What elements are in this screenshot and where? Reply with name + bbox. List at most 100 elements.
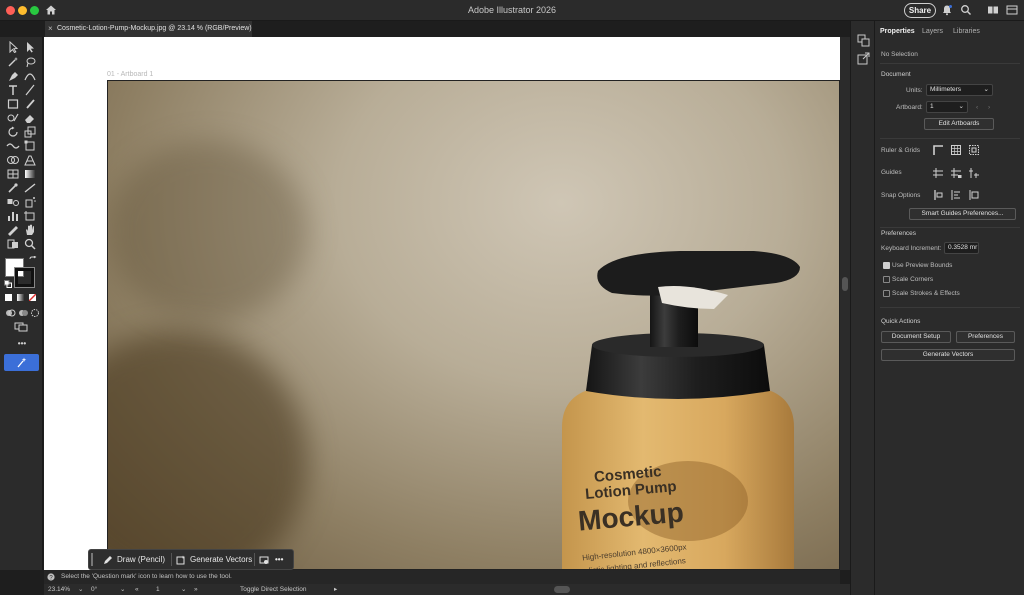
none-mode-button[interactable] <box>29 294 36 301</box>
use-preview-bounds-label: Use Preview Bounds <box>892 262 953 269</box>
pixel-grid-icon[interactable] <box>968 144 980 156</box>
prev-artboard-arrow-icon[interactable]: ‹ <box>976 104 978 111</box>
snap-to-pixel-icon[interactable] <box>968 189 980 201</box>
grid-icon[interactable] <box>950 144 962 156</box>
preferences-button[interactable]: Preferences <box>956 331 1015 343</box>
canvas[interactable]: 01 - Artboard 1 Cosmetic Lotion Pump Moc… <box>44 37 840 570</box>
zoom-dropdown-icon[interactable]: ⌄ <box>78 585 83 594</box>
tab-properties[interactable]: Properties <box>880 28 915 35</box>
close-tab-icon[interactable]: × <box>48 21 53 37</box>
default-fill-stroke-icon[interactable] <box>4 280 12 288</box>
swap-fill-stroke-icon[interactable] <box>29 256 37 264</box>
background-shadow-2 <box>108 141 308 321</box>
notifications-icon[interactable] <box>941 4 953 16</box>
perspective-grid-tool-icon[interactable] <box>23 154 37 166</box>
snap-options-label: Snap Options <box>881 192 921 199</box>
shape-builder-tool-icon[interactable] <box>6 154 20 166</box>
slice-tool-icon[interactable] <box>6 224 20 236</box>
drag-handle[interactable] <box>91 553 93 566</box>
gradient-mode-button[interactable] <box>17 294 24 301</box>
snap-to-glyph-icon[interactable] <box>950 189 962 201</box>
tab-libraries[interactable]: Libraries <box>953 28 980 35</box>
next-artboard-arrow-icon[interactable]: › <box>988 104 990 111</box>
export-panel-icon[interactable] <box>857 52 870 65</box>
vertical-scrollbar[interactable] <box>840 37 850 570</box>
magic-wand-tool-icon[interactable] <box>6 56 20 68</box>
scale-corners-checkbox[interactable] <box>883 276 890 283</box>
arrange-panels-icon[interactable] <box>857 34 870 47</box>
scroll-thumb[interactable] <box>842 277 848 291</box>
selection-tool-icon[interactable] <box>6 41 20 53</box>
direct-selection-tool-icon[interactable] <box>23 41 37 53</box>
ruler-icon[interactable] <box>932 144 944 156</box>
type-tool-icon[interactable] <box>6 84 20 96</box>
measure-tool-icon[interactable] <box>23 182 37 194</box>
document-tab[interactable]: × Cosmetic-Lotion-Pump-Mockup.jpg @ 23.1… <box>45 21 252 37</box>
curvature-tool-icon[interactable] <box>23 70 37 82</box>
smart-guides-preferences-button[interactable]: Smart Guides Preferences... <box>909 208 1016 220</box>
stroke-swatch[interactable] <box>14 267 35 288</box>
rectangle-tool-icon[interactable] <box>6 98 20 110</box>
units-select[interactable]: Millimeters ⌄ <box>926 84 993 96</box>
eyedropper-tool-icon[interactable] <box>6 182 20 194</box>
search-icon[interactable] <box>960 4 972 16</box>
rotation-dropdown-icon[interactable]: ⌄ <box>120 585 125 594</box>
line-tool-icon[interactable] <box>23 84 37 96</box>
change-screen-mode-icon[interactable] <box>14 321 28 333</box>
generate-vectors-context-button[interactable]: Generate Vectors <box>176 550 252 569</box>
document-setup-button[interactable]: Document Setup <box>881 331 951 343</box>
next-artboard-icon[interactable]: » <box>194 585 198 594</box>
gradient-tool-icon[interactable] <box>23 168 37 180</box>
hand-tool-icon[interactable] <box>23 224 37 236</box>
width-tool-icon[interactable] <box>6 140 20 152</box>
generative-ai-button[interactable] <box>4 354 39 371</box>
workspace-switcher-icon[interactable] <box>987 4 999 16</box>
draw-pencil-button[interactable]: Draw (Pencil) <box>103 550 165 569</box>
draw-inside-icon[interactable] <box>28 307 42 319</box>
edit-artboards-button[interactable]: Edit Artboards <box>924 118 994 130</box>
generate-vectors-button[interactable]: Generate Vectors <box>881 349 1015 361</box>
smart-guides-icon[interactable] <box>968 167 980 179</box>
artboard-image[interactable]: Cosmetic Lotion Pump Mockup High-resolut… <box>107 80 840 570</box>
keyboard-increment-input[interactable]: 0.3528 mr <box>944 242 979 254</box>
show-guides-icon[interactable] <box>932 167 944 179</box>
share-button[interactable]: Share <box>904 3 936 18</box>
tab-layers[interactable]: Layers <box>922 28 943 35</box>
pen-tool-icon[interactable] <box>6 70 20 82</box>
free-transform-tool-icon[interactable] <box>23 140 37 152</box>
scale-strokes-checkbox[interactable] <box>883 290 890 297</box>
blend-tool-icon[interactable] <box>6 196 20 208</box>
artboard-dropdown-icon[interactable]: ⌄ <box>181 585 186 594</box>
column-graph-tool-icon[interactable] <box>6 210 20 222</box>
snap-to-point-icon[interactable] <box>932 189 944 201</box>
more-options-button[interactable]: ••• <box>275 550 283 569</box>
status-menu-icon[interactable]: ▸ <box>334 585 337 594</box>
shaper-tool-icon[interactable] <box>6 112 20 124</box>
zoom-level-field[interactable]: 23.14% <box>48 585 70 594</box>
edit-toolbar-button[interactable]: ••• <box>13 339 31 348</box>
rotate-tool-icon[interactable] <box>6 126 20 138</box>
use-preview-bounds-checkbox[interactable] <box>883 262 890 269</box>
horizontal-scrollbar[interactable] <box>554 586 570 593</box>
image-trace-icon[interactable] <box>259 555 269 565</box>
artboard-tool-icon[interactable] <box>23 210 37 222</box>
artboard-select[interactable]: 1 ⌄ <box>926 101 968 113</box>
color-mode-button[interactable] <box>5 294 12 301</box>
zoom-tool-icon[interactable] <box>23 238 37 250</box>
panel-layout-icon[interactable] <box>1006 4 1018 16</box>
chevron-down-icon: ⌄ <box>958 103 964 110</box>
lock-guides-icon[interactable] <box>950 167 962 179</box>
chevron-down-icon: ⌄ <box>983 86 989 93</box>
rotation-field[interactable]: 0° <box>91 585 97 594</box>
paintbrush-tool-icon[interactable] <box>23 98 37 110</box>
print-tiling-tool-icon[interactable] <box>6 238 20 250</box>
prev-artboard-icon[interactable]: « <box>135 585 139 594</box>
help-icon[interactable]: ? <box>47 573 55 581</box>
artboard-number-field[interactable]: 1 <box>156 585 160 594</box>
symbol-sprayer-tool-icon[interactable] <box>23 196 37 208</box>
mesh-tool-icon[interactable] <box>6 168 20 180</box>
background-shadow <box>108 331 308 569</box>
lasso-tool-icon[interactable] <box>23 56 37 68</box>
scale-tool-icon[interactable] <box>23 126 37 138</box>
eraser-tool-icon[interactable] <box>23 112 37 124</box>
